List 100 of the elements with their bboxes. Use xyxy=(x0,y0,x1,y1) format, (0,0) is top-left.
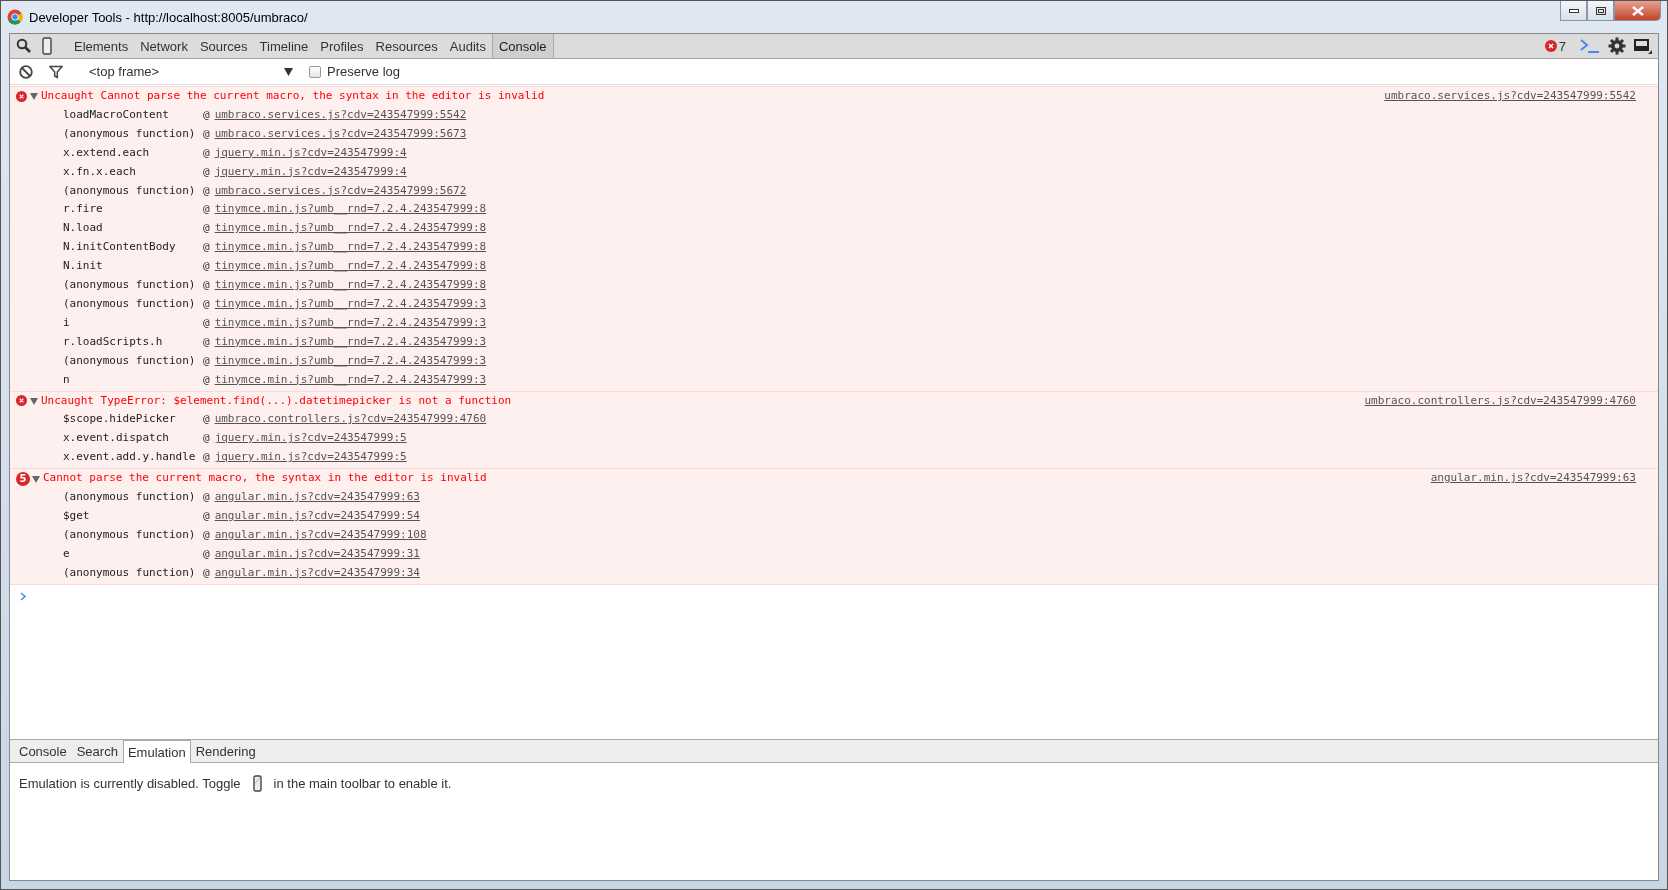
close-icon xyxy=(1631,5,1644,16)
panel-tab[interactable]: Profiles xyxy=(314,34,370,58)
stack-function: n xyxy=(63,371,71,388)
stack-location-link[interactable]: tinymce.min.js?umb__rnd=7.2.4.243547999:3 xyxy=(214,294,487,314)
stack-function: N.load xyxy=(63,220,104,237)
search-icon[interactable] xyxy=(16,38,32,54)
stack-function: x.event.add.y.handle xyxy=(63,449,197,466)
stack-location-link[interactable]: angular.min.js?cdv=243547999:63 xyxy=(214,488,420,507)
panel-tab[interactable]: Network xyxy=(134,34,194,58)
source-link[interactable]: angular.min.js?cdv=243547999:63 xyxy=(1430,469,1636,489)
stack-location-link[interactable]: tinymce.min.js?umb__rnd=7.2.4.243547999:8 xyxy=(214,257,487,277)
stack-location-link[interactable]: tinymce.min.js?umb__rnd=7.2.4.243547999:8 xyxy=(214,238,487,258)
close-button[interactable] xyxy=(1614,1,1661,21)
stack-location-link[interactable]: jquery.min.js?cdv=243547999:4 xyxy=(214,143,407,163)
drawer-tab[interactable]: Console xyxy=(14,740,72,762)
browser-logo-icon xyxy=(7,9,23,25)
stack-location-link[interactable]: umbraco.services.js?cdv=243547999:5673 xyxy=(214,124,467,144)
minimize-icon xyxy=(1568,8,1579,13)
clear-console-icon[interactable] xyxy=(19,64,33,79)
at-sign: @ xyxy=(203,258,210,275)
at-sign: @ xyxy=(203,507,210,524)
stack-location-link[interactable]: umbraco.controllers.js?cdv=243547999:4760 xyxy=(214,410,487,430)
dock-side-icon[interactable] xyxy=(1634,38,1652,54)
disclosure-triangle-icon[interactable] xyxy=(30,92,38,101)
stack-function: (anonymous function) xyxy=(63,352,197,369)
disclosure-triangle-icon[interactable] xyxy=(32,474,40,483)
at-sign: @ xyxy=(203,449,210,466)
drawer-tab[interactable]: Emulation xyxy=(122,740,191,763)
frame-dropdown[interactable]: <top frame> xyxy=(79,64,293,79)
error-icon xyxy=(1544,40,1557,52)
at-sign: @ xyxy=(203,201,210,218)
stack-function: r.loadScripts.h xyxy=(63,333,164,350)
settings-icon[interactable] xyxy=(1608,37,1626,55)
stack-location-link[interactable]: umbraco.services.js?cdv=243547999:5542 xyxy=(214,105,467,125)
source-link[interactable]: umbraco.services.js?cdv=243547999:5542 xyxy=(1384,87,1636,106)
preserve-log-label: Preserve log xyxy=(327,64,400,79)
filter-icon[interactable] xyxy=(49,64,63,79)
error-icon xyxy=(16,90,27,102)
mobile-device-icon xyxy=(252,775,262,792)
drawer-tab[interactable]: Search xyxy=(71,740,123,762)
stack-location-link[interactable]: tinymce.min.js?umb__rnd=7.2.4.243547999:8 xyxy=(214,200,487,220)
minimize-button[interactable] xyxy=(1560,1,1587,21)
panel-tab[interactable]: Audits xyxy=(443,34,492,58)
error-text: Uncaught Cannot parse the current macro, the syntax in the editor is invalid xyxy=(41,88,545,104)
stack-location-link[interactable]: jquery.min.js?cdv=243547999:4 xyxy=(214,162,407,182)
at-sign: @ xyxy=(203,545,210,562)
at-sign: @ xyxy=(203,239,210,256)
stack-function: N.initContentBody xyxy=(63,239,177,256)
at-sign: @ xyxy=(203,220,210,237)
at-sign: @ xyxy=(203,125,210,142)
stack-location-link[interactable]: tinymce.min.js?umb__rnd=7.2.4.243547999:3 xyxy=(214,313,487,333)
stack-location-link[interactable]: tinymce.min.js?umb__rnd=7.2.4.243547999:3 xyxy=(214,332,487,352)
stack-function: r.fire xyxy=(63,201,104,218)
panel-tab[interactable]: Elements xyxy=(68,34,135,58)
stack-location-link[interactable]: angular.min.js?cdv=243547999:108 xyxy=(214,525,427,545)
stack-function: (anonymous function) xyxy=(63,182,197,199)
at-sign: @ xyxy=(203,163,210,180)
stack-location-link[interactable]: jquery.min.js?cdv=243547999:5 xyxy=(214,448,407,468)
error-icon xyxy=(16,395,27,407)
error-text: Uncaught TypeError: $element.find(...).datetimepicker is not a function xyxy=(41,392,512,409)
drawer-tab[interactable]: Rendering xyxy=(190,740,261,762)
panel-tab[interactable]: Sources xyxy=(193,34,254,58)
source-link[interactable]: umbraco.controllers.js?cdv=243547999:4760 xyxy=(1364,391,1636,411)
preserve-log-checkbox[interactable] xyxy=(309,65,321,78)
disclosure-triangle-icon[interactable] xyxy=(30,396,38,405)
error-text: Cannot parse the current macro, the syntax in the editor is invalid xyxy=(43,470,487,487)
at-sign: @ xyxy=(203,564,210,581)
at-sign: @ xyxy=(203,314,210,331)
stack-function: (anonymous function) xyxy=(63,526,197,543)
emulation-message: in the main toolbar to enable it. xyxy=(273,776,452,791)
error-count[interactable]: 7 xyxy=(1558,38,1566,54)
stack-location-link[interactable]: angular.min.js?cdv=243547999:31 xyxy=(214,544,420,564)
stack-location-link[interactable]: tinymce.min.js?umb__rnd=7.2.4.243547999:3 xyxy=(214,351,487,371)
panel-tab[interactable]: Timeline xyxy=(253,34,315,58)
stack-function: $get xyxy=(63,507,91,524)
mobile-device-icon[interactable] xyxy=(42,37,52,55)
at-sign: @ xyxy=(203,333,210,350)
stack-function: N.init xyxy=(63,258,104,275)
stack-function: loadMacroContent xyxy=(63,106,170,123)
at-sign: @ xyxy=(203,144,210,161)
at-sign: @ xyxy=(203,182,210,199)
stack-location-link[interactable]: angular.min.js?cdv=243547999:34 xyxy=(214,563,420,583)
panel-tab[interactable]: Resources xyxy=(369,34,444,58)
stack-function: $scope.hidePicker xyxy=(63,411,177,428)
stack-location-link[interactable]: tinymce.min.js?umb__rnd=7.2.4.243547999:8 xyxy=(214,276,487,295)
stack-location-link[interactable]: angular.min.js?cdv=243547999:54 xyxy=(214,506,420,526)
stack-location-link[interactable]: tinymce.min.js?umb__rnd=7.2.4.243547999:8 xyxy=(214,219,487,239)
stack-location-link[interactable]: tinymce.min.js?umb__rnd=7.2.4.243547999:3 xyxy=(214,370,487,390)
maximize-button[interactable] xyxy=(1587,1,1614,21)
at-sign: @ xyxy=(203,411,210,428)
stack-function: x.fn.x.each xyxy=(63,163,137,180)
at-sign: @ xyxy=(203,371,210,388)
panel-tab[interactable]: Console xyxy=(491,34,554,58)
stack-function: (anonymous function) xyxy=(63,295,197,312)
at-sign: @ xyxy=(203,489,210,506)
prompt-chevron-icon xyxy=(20,591,27,601)
at-sign: @ xyxy=(203,526,210,543)
stack-location-link[interactable]: umbraco.services.js?cdv=243547999:5672 xyxy=(214,181,467,201)
stack-location-link[interactable]: jquery.min.js?cdv=243547999:5 xyxy=(214,429,407,449)
caret-icon xyxy=(284,67,293,76)
